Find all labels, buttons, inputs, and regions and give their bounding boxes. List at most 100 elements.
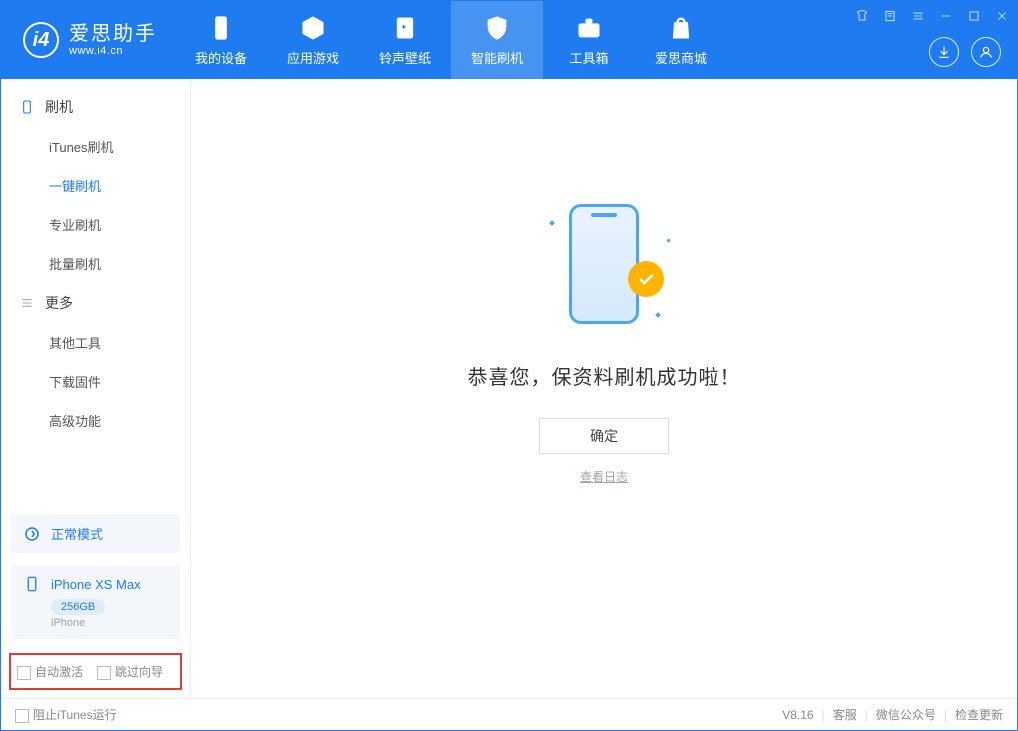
- shirt-icon: [855, 9, 869, 23]
- close-icon: [995, 9, 1009, 23]
- nav-label: 我的设备: [195, 48, 247, 67]
- checkbox-icon: [15, 709, 29, 723]
- device-type: iPhone: [51, 617, 168, 629]
- circle-arrow-icon: [23, 525, 41, 543]
- checkbox-icon: [97, 666, 111, 680]
- label: 跳过向导: [115, 665, 163, 679]
- separator: |: [865, 708, 868, 722]
- skip-guide-checkbox[interactable]: 跳过向导: [97, 663, 163, 680]
- label: 阻止iTunes运行: [33, 708, 117, 722]
- nav-apps[interactable]: 应用游戏: [267, 1, 359, 79]
- check-icon: [636, 269, 656, 289]
- titlebar: i4 爱思助手 www.i4.cn 我的设备 应用游戏 铃声壁纸 智能刷机: [1, 1, 1017, 79]
- sidebar-item-pro-flash[interactable]: 专业刷机: [1, 205, 190, 244]
- phone-outline-icon: [19, 99, 35, 115]
- section-label: 刷机: [45, 97, 73, 117]
- user-button[interactable]: [971, 37, 1001, 67]
- app-name: 爱思助手: [69, 23, 157, 45]
- success-badge: [628, 261, 664, 297]
- checkbox-icon: [17, 666, 31, 680]
- success-message: 恭喜您，保资料刷机成功啦！: [468, 361, 741, 390]
- skin-button[interactable]: [853, 7, 871, 25]
- device-name: iPhone XS Max: [51, 577, 141, 592]
- menu-button[interactable]: [909, 7, 927, 25]
- label: 自动激活: [35, 665, 83, 679]
- view-log-link[interactable]: 查看日志: [580, 468, 628, 485]
- minimize-icon: [939, 9, 953, 23]
- nav-label: 工具箱: [569, 48, 608, 67]
- nav-label: 应用游戏: [287, 48, 339, 67]
- ok-button[interactable]: 确定: [539, 418, 669, 454]
- body: 刷机 iTunes刷机 一键刷机 专业刷机 批量刷机 更多 其他工具 下载固件 …: [1, 79, 1017, 698]
- list-icon: [19, 295, 35, 311]
- statusbar-right: V8.16 | 客服 | 微信公众号 | 检查更新: [782, 706, 1003, 723]
- app-url: www.i4.cn: [69, 45, 157, 57]
- highlighted-options: 自动激活 跳过向导: [9, 653, 182, 690]
- support-link[interactable]: 客服: [833, 706, 857, 723]
- nav-tabs: 我的设备 应用游戏 铃声壁纸 智能刷机 工具箱 爱思商城: [175, 1, 727, 79]
- nav-label: 铃声壁纸: [379, 48, 431, 67]
- nav-toolbox[interactable]: 工具箱: [543, 1, 635, 79]
- bag-icon: [667, 14, 695, 42]
- sparkle-icon: [666, 238, 670, 242]
- close-button[interactable]: [993, 7, 1011, 25]
- logo-text: 爱思助手 www.i4.cn: [69, 23, 157, 57]
- logo-area: i4 爱思助手 www.i4.cn: [1, 22, 175, 58]
- wechat-link[interactable]: 微信公众号: [876, 706, 936, 723]
- auto-activate-checkbox[interactable]: 自动激活: [17, 663, 83, 680]
- device-mode-card[interactable]: 正常模式: [11, 514, 180, 553]
- phone-small-icon: [23, 575, 41, 593]
- user-icon: [978, 44, 994, 60]
- sidebar-section-flash[interactable]: 刷机: [1, 87, 190, 127]
- form-icon: [883, 9, 897, 23]
- header-round-buttons: [929, 37, 1001, 67]
- sparkle-icon: [655, 312, 661, 318]
- check-update-link[interactable]: 检查更新: [955, 706, 1003, 723]
- separator: |: [822, 708, 825, 722]
- minimize-button[interactable]: [937, 7, 955, 25]
- nav-ringtone[interactable]: 铃声壁纸: [359, 1, 451, 79]
- shield-refresh-icon: [483, 14, 511, 42]
- main-content: 恭喜您，保资料刷机成功啦！ 确定 查看日志: [191, 79, 1017, 698]
- nav-device[interactable]: 我的设备: [175, 1, 267, 79]
- app-window: i4 爱思助手 www.i4.cn 我的设备 应用游戏 铃声壁纸 智能刷机: [0, 0, 1018, 731]
- phone-icon: [207, 14, 235, 42]
- sparkle-icon: [549, 220, 555, 226]
- toolbox-icon: [575, 14, 603, 42]
- sidebar-section-more[interactable]: 更多: [1, 283, 190, 323]
- statusbar-left: 阻止iTunes运行: [15, 706, 117, 723]
- app-logo-icon: i4: [23, 22, 59, 58]
- version-label: V8.16: [782, 708, 813, 722]
- separator: |: [944, 708, 947, 722]
- feedback-button[interactable]: [881, 7, 899, 25]
- download-button[interactable]: [929, 37, 959, 67]
- sidebar-item-batch-flash[interactable]: 批量刷机: [1, 244, 190, 283]
- nav-label: 爱思商城: [655, 48, 707, 67]
- sidebar-item-download-firmware[interactable]: 下载固件: [1, 362, 190, 401]
- sidebar-item-other-tools[interactable]: 其他工具: [1, 323, 190, 362]
- storage-pill: 256GB: [51, 599, 105, 615]
- sidebar-item-advanced[interactable]: 高级功能: [1, 401, 190, 440]
- mode-label: 正常模式: [51, 524, 103, 543]
- sidebar: 刷机 iTunes刷机 一键刷机 专业刷机 批量刷机 更多 其他工具 下载固件 …: [1, 79, 191, 698]
- music-icon: [391, 14, 419, 42]
- block-itunes-checkbox[interactable]: 阻止iTunes运行: [15, 706, 117, 723]
- menu-icon: [911, 9, 925, 23]
- nav-flash[interactable]: 智能刷机: [451, 1, 543, 79]
- section-label: 更多: [45, 293, 73, 313]
- phone-graphic: [569, 204, 639, 324]
- statusbar: 阻止iTunes运行 V8.16 | 客服 | 微信公众号 | 检查更新: [1, 698, 1017, 730]
- nav-store[interactable]: 爱思商城: [635, 1, 727, 79]
- sidebar-item-oneclick-flash[interactable]: 一键刷机: [1, 166, 190, 205]
- sidebar-item-itunes-flash[interactable]: iTunes刷机: [1, 127, 190, 166]
- device-card[interactable]: iPhone XS Max 256GB iPhone: [11, 565, 180, 639]
- device-head: iPhone XS Max: [23, 575, 168, 593]
- window-controls: [853, 7, 1011, 25]
- cube-icon: [299, 14, 327, 42]
- success-illustration: [514, 189, 694, 339]
- maximize-button[interactable]: [965, 7, 983, 25]
- maximize-icon: [967, 9, 981, 23]
- sidebar-spacer: [1, 440, 190, 508]
- nav-label: 智能刷机: [471, 48, 523, 67]
- download-icon: [936, 44, 952, 60]
